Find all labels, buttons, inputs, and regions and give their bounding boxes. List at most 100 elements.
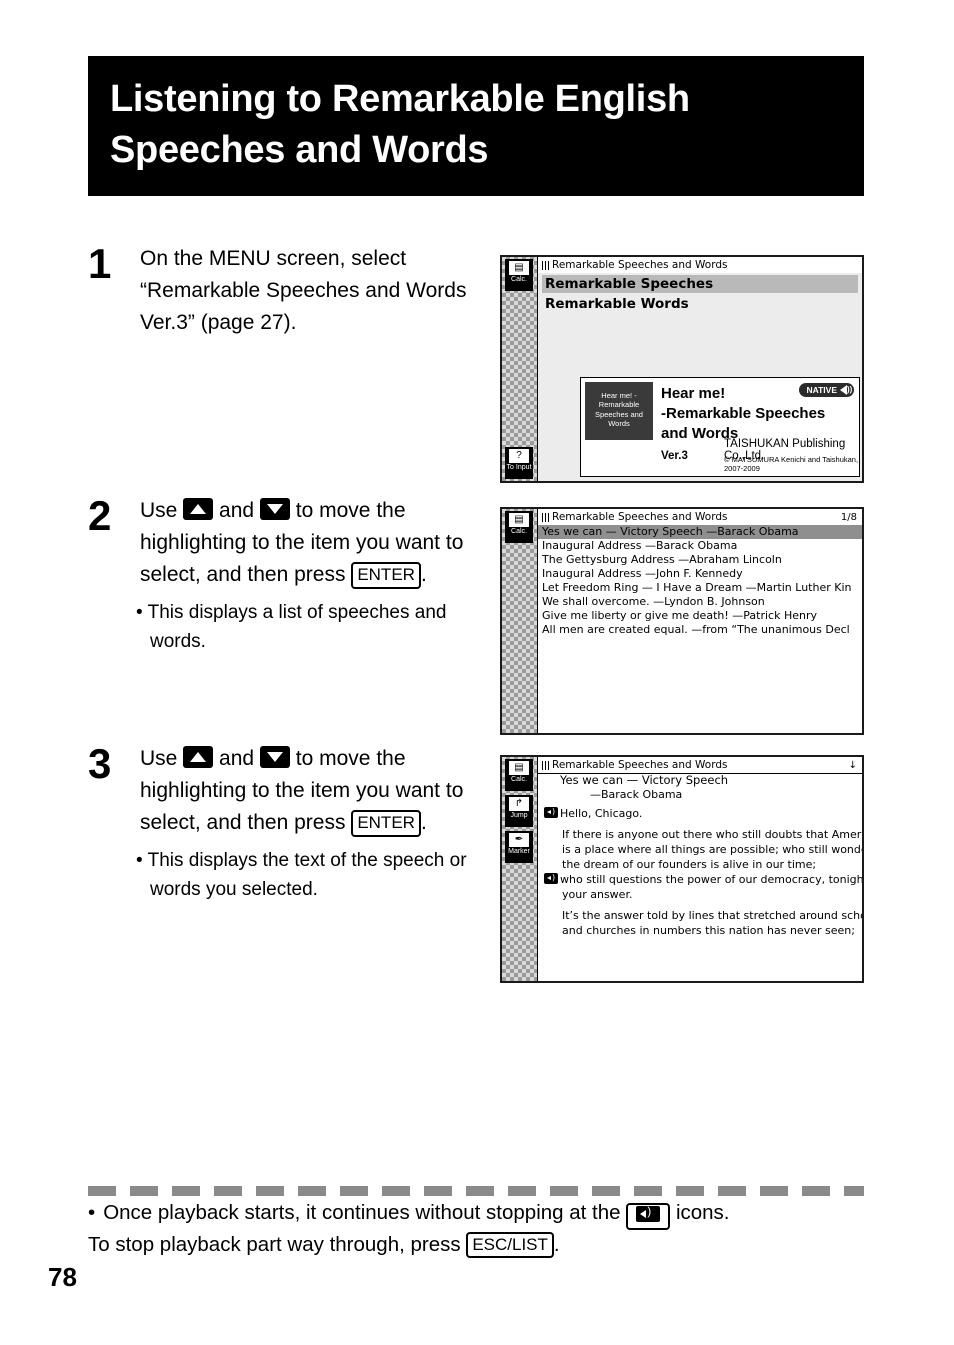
jump-icon: ↱ [509, 797, 529, 811]
page-title-line-1: Listening to Remarkable English [110, 78, 690, 120]
paragraph-line: If there is anyone out there who still d… [562, 828, 864, 841]
arrow-up-key-icon [183, 498, 214, 520]
step-2-period: . [420, 563, 427, 587]
grip-icon [542, 760, 549, 770]
enter-key-label: ENTER [351, 810, 421, 837]
page-indicator: 1/8 [840, 511, 857, 523]
step-3-period: . [420, 811, 427, 835]
step-2-text: Use and to move the highlighting to the … [140, 495, 488, 591]
speech-first-line: Hello, Chicago. [538, 802, 862, 821]
step-2: 2 Use and to move the highlighting to th… [88, 495, 488, 656]
step-1-text: On the MENU screen, select “Remarkable S… [140, 247, 467, 335]
list-item[interactable]: Give me liberty or give me death! —Patri… [538, 609, 862, 623]
paragraph-line: your answer. [562, 888, 633, 901]
audio-play-icon[interactable] [544, 872, 558, 884]
jump-rail-button[interactable]: ↱ Jump [505, 795, 533, 827]
footer-text-mid: icons. [675, 1201, 730, 1224]
calc-icon: ▤ [509, 761, 529, 775]
calc-icon: ▤ [509, 261, 529, 275]
paragraph-line: and churches in numbers this nation has … [562, 924, 855, 937]
footer-text-before: Once playback starts, it continues witho… [103, 1201, 621, 1224]
step-2-use-label: Use [140, 499, 178, 522]
step-3-number: 3 [88, 740, 112, 787]
card-heading: Hear me! -Remarkable Speeches and Words [661, 384, 853, 443]
screen2-titlebar: Remarkable Speeches and Words 1/8 [538, 509, 862, 526]
step-3-and-label: and [219, 747, 255, 770]
step-3-text: Use and to move the highlighting to the … [140, 743, 488, 839]
paragraph-line-text: who still questions the power of our dem… [560, 873, 864, 886]
speaker-icon-illustration [626, 1203, 671, 1230]
footer-note: • Once playback starts, it continues with… [88, 1198, 878, 1260]
screen3-titlebar: Remarkable Speeches and Words ↓ [538, 757, 862, 774]
screen1-body: Remarkable Speeches Remarkable Words Hea… [538, 273, 862, 481]
step-3: 3 Use and to move the highlighting to th… [88, 743, 488, 904]
screen1-icon-rail: ▤ Calc. ? To Input [502, 257, 538, 481]
screen1-titlebar: Remarkable Speeches and Words [538, 257, 862, 274]
card-copyright: © MATSUMURA Kenichi and Taishukan, 2007-… [724, 455, 859, 473]
arrow-down-key-icon [259, 746, 290, 768]
calc-rail-label: Calc. [511, 528, 527, 535]
list-item[interactable]: All men are created equal. —from “The un… [538, 623, 862, 637]
footer-period: . [553, 1232, 560, 1256]
enter-key-label: ENTER [351, 562, 421, 589]
footer-text-after: To stop playback part way through, press [88, 1232, 461, 1256]
arrow-up-key-icon [183, 746, 214, 768]
list-item[interactable]: Inaugural Address —John F. Kennedy [538, 567, 862, 581]
paragraph-line: It’s the answer told by lines that stret… [562, 909, 864, 922]
menu-item-remarkable-words[interactable]: Remarkable Words [545, 296, 689, 312]
to-input-rail-label: To Input [506, 464, 532, 471]
audio-play-icon[interactable] [544, 806, 558, 818]
to-input-rail-button[interactable]: ? To Input [505, 447, 533, 479]
marker-rail-button[interactable]: ✒ Marker [505, 831, 533, 863]
menu-item-remarkable-speeches[interactable]: Remarkable Speeches [542, 275, 858, 293]
list-item[interactable]: We shall overcome. —Lyndon B. Johnson [538, 595, 862, 609]
card-heading-line-2: -Remarkable Speeches [661, 404, 826, 422]
card-heading-line-1: Hear me! [661, 385, 726, 402]
calc-rail-button[interactable]: ▤ Calc. [505, 759, 533, 791]
calc-icon: ▤ [509, 513, 529, 527]
screen3-icon-rail: ▤ Calc. ↱ Jump ✒ Marker [502, 757, 538, 981]
marker-icon: ✒ [509, 833, 529, 847]
screen2-title-text: Remarkable Speeches and Words [552, 510, 728, 523]
speech-text-body: Yes we can — Victory Speech —Barack Obam… [538, 773, 862, 981]
list-item[interactable]: Inaugural Address —Barack Obama [538, 539, 862, 553]
step-3-note: • This displays the text of the speech o… [136, 850, 467, 900]
speech-title: Yes we can — Victory Speech [560, 773, 729, 787]
marker-rail-label: Marker [508, 848, 530, 855]
list-item[interactable]: The Gettysburg Address —Abraham Lincoln [538, 553, 862, 567]
scroll-down-indicator: ↓ [848, 759, 857, 771]
speech-first-line-text: Hello, Chicago. [560, 807, 643, 820]
page-title-banner: Listening to Remarkable English Speeches… [88, 56, 864, 196]
esc-list-key-label: ESC/LIST [466, 1231, 554, 1258]
list-item[interactable]: Yes we can — Victory Speech —Barack Obam… [538, 525, 862, 539]
speech-author: —Barack Obama [590, 788, 683, 801]
page-title-line-2: Speeches and Words [110, 129, 489, 172]
step-1: 1 On the MENU screen, select “Remarkable… [88, 243, 488, 339]
bullet-marker: • [88, 1201, 96, 1224]
paragraph-line: is a place where all things are possible… [562, 843, 864, 856]
section-divider [88, 1186, 864, 1196]
calc-rail-button[interactable]: ▤ Calc. [505, 511, 533, 543]
calc-rail-label: Calc. [511, 276, 527, 283]
page-number: 78 [48, 1262, 77, 1292]
step-1-number: 1 [88, 240, 112, 287]
screen1-title-text: Remarkable Speeches and Words [552, 258, 728, 271]
paragraph-line: the dream of our founders is alive in ou… [562, 858, 817, 871]
screen3-title-text: Remarkable Speeches and Words [552, 758, 728, 771]
device-screenshot-1: ▤ Calc. ? To Input Remarkable Speeches a… [500, 255, 864, 483]
grip-icon [542, 512, 549, 522]
screen2-icon-rail: ▤ Calc. [502, 509, 538, 733]
question-icon: ? [509, 449, 529, 463]
list-item[interactable]: Let Freedom Ring — I Have a Dream —Marti… [538, 581, 862, 595]
step-2-note: • This displays a list of speeches and w… [136, 602, 447, 652]
jump-rail-label: Jump [510, 812, 528, 819]
step-2-number: 2 [88, 492, 112, 539]
title-card: Hear me! -Remarkable Speeches and Words … [580, 377, 860, 477]
arrow-down-key-icon [259, 498, 290, 520]
card-version: Ver.3 [661, 450, 688, 462]
calc-rail-button[interactable]: ▤ Calc. [505, 259, 533, 291]
speech-list: Yes we can — Victory Speech —Barack Obam… [538, 525, 862, 733]
device-screenshot-3: ▤ Calc. ↱ Jump ✒ Marker Remarkable Speec… [500, 755, 864, 983]
grip-icon [542, 260, 549, 270]
device-screenshot-2: ▤ Calc. Remarkable Speeches and Words 1/… [500, 507, 864, 735]
